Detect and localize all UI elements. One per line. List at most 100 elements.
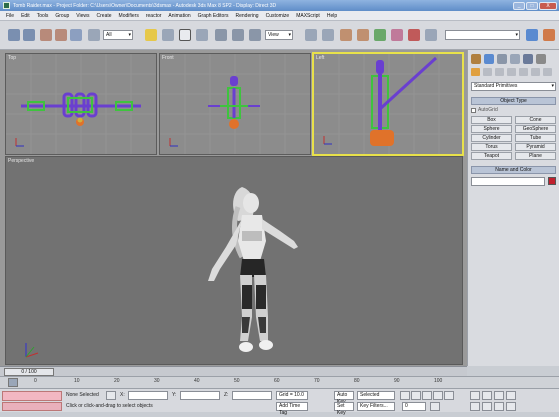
zoom-icon[interactable] [470, 391, 480, 400]
cylinder-button[interactable]: Cylinder [471, 134, 512, 142]
menu-modifiers[interactable]: Modifiers [119, 13, 139, 19]
cameras-icon[interactable] [507, 68, 516, 76]
shapes-icon[interactable] [483, 68, 492, 76]
render-setup-icon[interactable] [526, 29, 538, 41]
window-crossing-icon[interactable] [196, 29, 208, 41]
rectangular-selection-icon[interactable] [179, 29, 191, 41]
select-manipulate-icon[interactable] [322, 29, 334, 41]
object-name-input[interactable] [471, 177, 545, 186]
menu-group[interactable]: Group [55, 13, 69, 19]
sphere-button[interactable]: Sphere [471, 125, 512, 133]
add-time-tag-button[interactable]: Add Time Tag [276, 402, 308, 416]
name-color-rollout[interactable]: Name and Color [471, 166, 556, 174]
pivot-center-icon[interactable] [305, 29, 317, 41]
field-of-view-icon[interactable] [470, 402, 480, 411]
menu-rendering[interactable]: Rendering [236, 13, 259, 19]
viewport-perspective[interactable]: Perspective [5, 156, 463, 365]
key-icon[interactable] [316, 395, 328, 404]
zoom-all-icon[interactable] [482, 391, 492, 400]
viewport-label[interactable]: Left [316, 55, 324, 61]
space-warps-icon[interactable] [531, 68, 540, 76]
key-filters-button[interactable]: Key Filters... [357, 402, 395, 411]
quick-render-icon[interactable] [543, 29, 555, 41]
maximize-viewport-icon[interactable] [506, 402, 516, 411]
go-to-end-icon[interactable] [444, 391, 454, 400]
select-object-icon[interactable] [145, 29, 157, 41]
menu-reactor[interactable]: reactor [146, 13, 162, 19]
z-coordinate-field[interactable] [232, 391, 272, 400]
close-button[interactable]: X [539, 1, 557, 10]
undo-icon[interactable] [8, 29, 20, 41]
modify-tab-icon[interactable] [484, 54, 494, 64]
time-configuration-icon[interactable] [430, 402, 440, 411]
menu-tools[interactable]: Tools [37, 13, 49, 19]
select-by-name-icon[interactable] [162, 29, 174, 41]
arc-rotate-icon[interactable] [494, 402, 504, 411]
autogrid-checkbox[interactable] [471, 107, 476, 113]
pan-icon[interactable] [482, 402, 492, 411]
track-bar[interactable]: 0 10 20 30 40 50 60 70 80 90 100 [0, 376, 559, 388]
scale-icon[interactable] [249, 29, 261, 41]
motion-tab-icon[interactable] [510, 54, 520, 64]
viewport-left[interactable]: Left [312, 52, 464, 156]
torus-button[interactable]: Torus [471, 143, 512, 151]
maxscript-listener[interactable] [2, 391, 62, 401]
mini-curve-editor-icon[interactable] [8, 378, 18, 387]
angle-snap-icon[interactable] [357, 29, 369, 41]
time-slider-thumb[interactable]: 0 / 100 [4, 368, 54, 376]
set-key-button[interactable]: Set Key [334, 402, 354, 416]
create-tab-icon[interactable] [471, 54, 481, 64]
menu-help[interactable]: Help [327, 13, 337, 19]
named-selection-dropdown[interactable]: ▾ [445, 30, 520, 40]
snaps-toggle-icon[interactable] [340, 29, 352, 41]
rotate-icon[interactable] [232, 29, 244, 41]
auto-key-button[interactable]: Auto Key [334, 391, 354, 405]
menu-edit[interactable]: Edit [21, 13, 30, 19]
utilities-tab-icon[interactable] [536, 54, 546, 64]
helpers-icon[interactable] [519, 68, 528, 76]
select-filter-icon[interactable] [88, 29, 100, 41]
lights-icon[interactable] [495, 68, 504, 76]
tube-button[interactable]: Tube [515, 134, 556, 142]
x-coordinate-field[interactable] [128, 391, 168, 400]
key-selection-dropdown[interactable]: Selected [357, 391, 395, 400]
y-coordinate-field[interactable] [180, 391, 220, 400]
maximize-button[interactable]: □ [526, 1, 538, 10]
cone-button[interactable]: Cone [515, 116, 556, 124]
move-icon[interactable] [215, 29, 227, 41]
box-button[interactable]: Box [471, 116, 512, 124]
minimize-button[interactable]: _ [513, 1, 525, 10]
viewport-label[interactable]: Front [162, 55, 174, 61]
object-type-rollout[interactable]: Object Type [471, 97, 556, 105]
menu-views[interactable]: Views [76, 13, 89, 19]
next-frame-icon[interactable] [433, 391, 443, 400]
geometry-icon[interactable] [471, 68, 480, 76]
menu-customize[interactable]: Customize [266, 13, 290, 19]
mirror-icon[interactable] [408, 29, 420, 41]
hierarchy-tab-icon[interactable] [497, 54, 507, 64]
display-tab-icon[interactable] [523, 54, 533, 64]
teapot-button[interactable]: Teapot [471, 152, 512, 160]
selection-filter-dropdown[interactable]: All ▾ [103, 30, 133, 40]
redo-icon[interactable] [23, 29, 35, 41]
play-icon[interactable] [422, 391, 432, 400]
align-icon[interactable] [425, 29, 437, 41]
unlink-icon[interactable] [55, 29, 67, 41]
zoom-extents-icon[interactable] [494, 391, 504, 400]
lock-icon[interactable] [106, 391, 116, 400]
current-frame-field[interactable]: 0 [402, 402, 426, 411]
zoom-extents-all-icon[interactable] [506, 391, 516, 400]
menu-create[interactable]: Create [97, 13, 112, 19]
reference-coord-dropdown[interactable]: View ▾ [265, 30, 293, 40]
menu-graph-editors[interactable]: Graph Editors [198, 13, 229, 19]
plane-button[interactable]: Plane [515, 152, 556, 160]
viewport-front[interactable]: Front [159, 53, 311, 155]
systems-icon[interactable] [543, 68, 552, 76]
go-to-start-icon[interactable] [400, 391, 410, 400]
viewport-label[interactable]: Top [8, 55, 16, 61]
previous-frame-icon[interactable] [411, 391, 421, 400]
category-dropdown[interactable]: Standard Primitives ▾ [471, 82, 556, 91]
viewport-top[interactable]: Top [5, 53, 157, 155]
menu-animation[interactable]: Animation [168, 13, 190, 19]
pyramid-button[interactable]: Pyramid [515, 143, 556, 151]
